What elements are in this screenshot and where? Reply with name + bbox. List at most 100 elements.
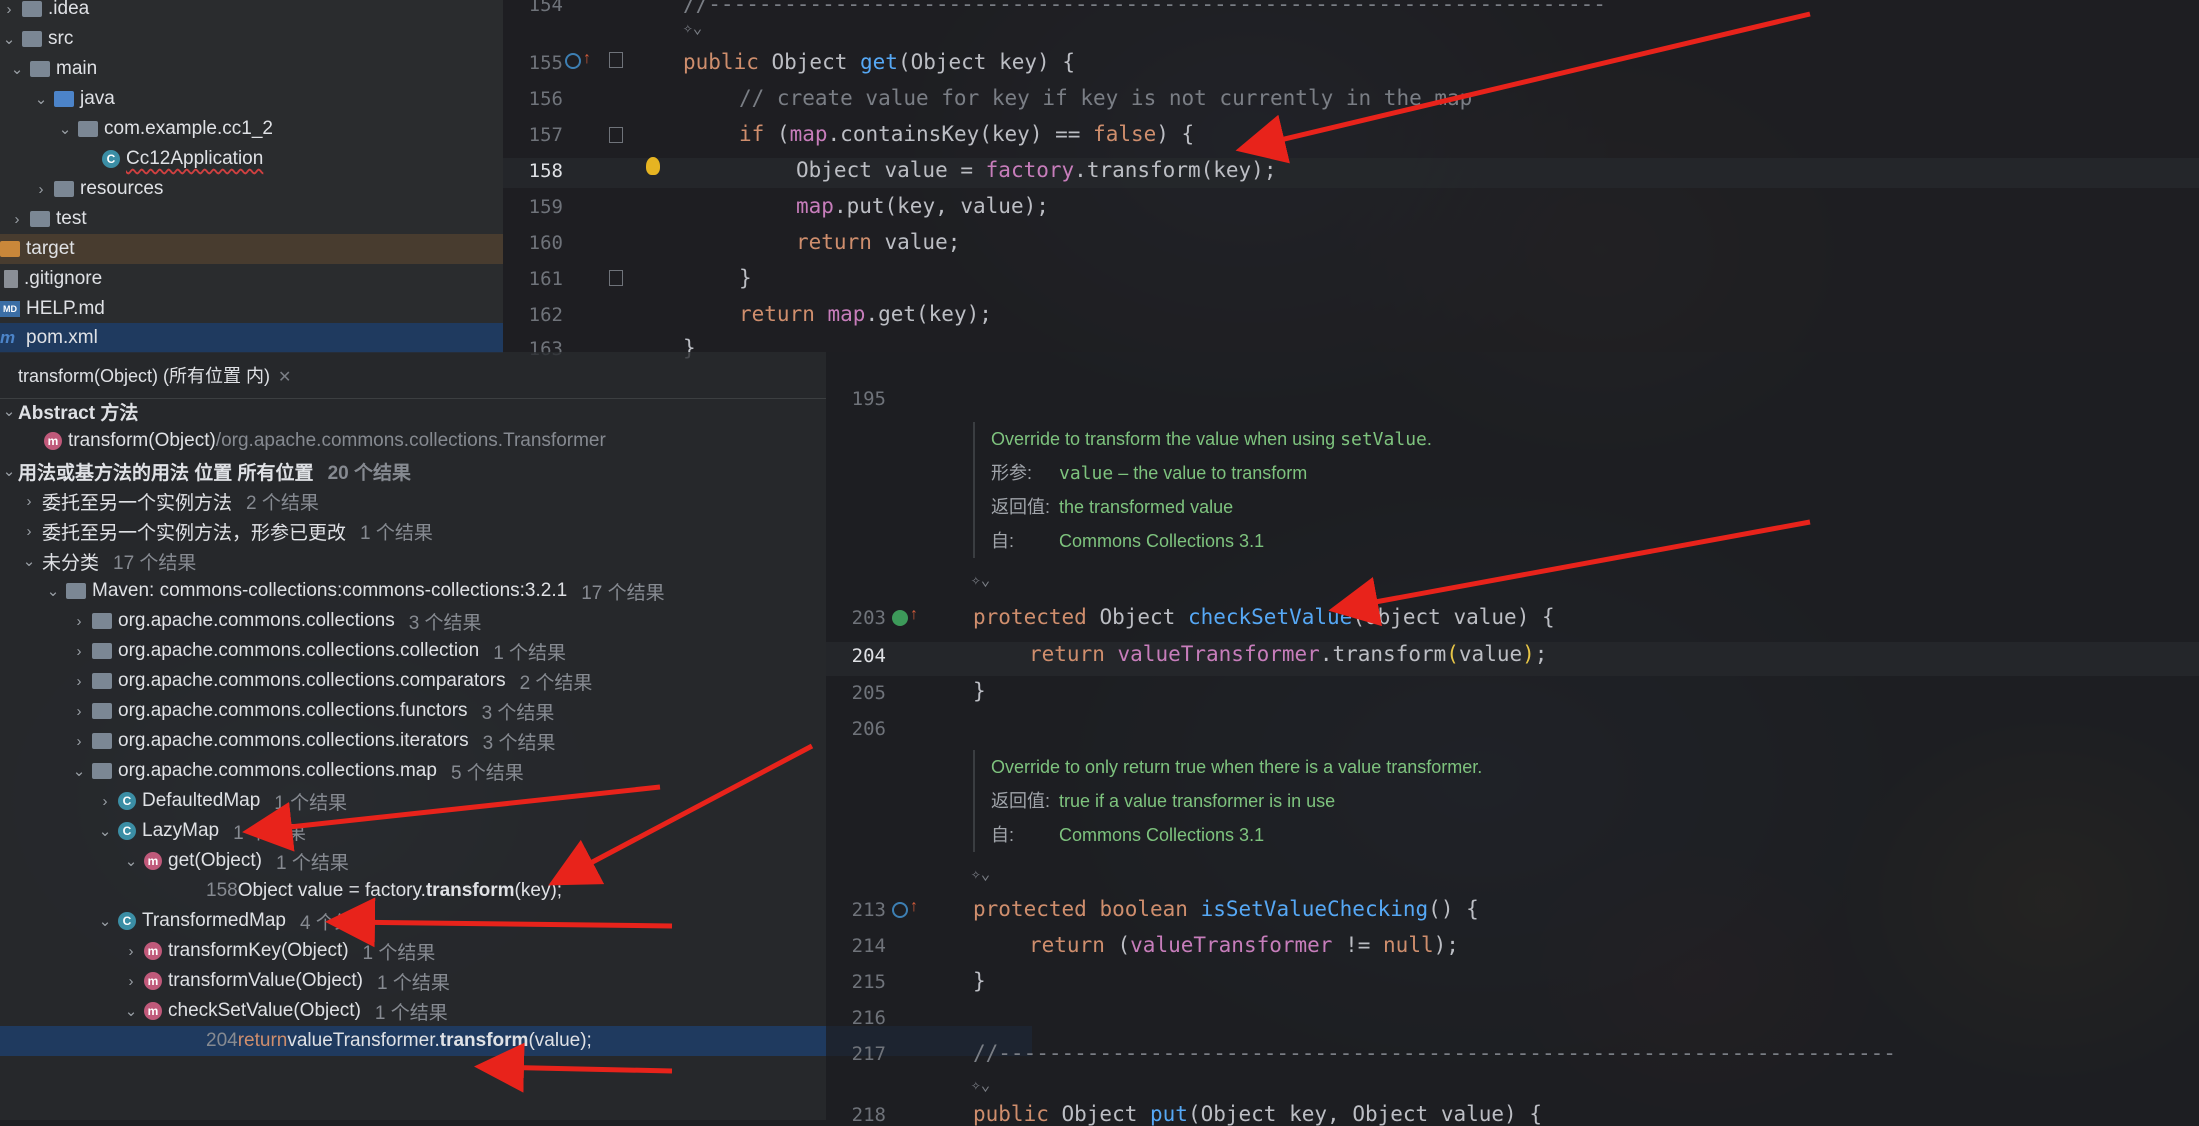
chevron-down-icon[interactable]: ⌄: [32, 90, 50, 108]
chevron-right-icon[interactable]: ›: [20, 523, 38, 540]
package-item[interactable]: › org.apache.commons.collections.comparat…: [0, 666, 896, 696]
implemented-marker-icon[interactable]: [892, 610, 908, 626]
abstract-transform-item[interactable]: m transform(Object) /org.apache.commons.c…: [0, 426, 866, 456]
fold-marker-icon[interactable]: [609, 127, 623, 143]
chevron-right-icon[interactable]: ›: [70, 703, 88, 720]
line-number: 157: [528, 124, 563, 146]
find-panel-header: transform(Object) (所有位置 内) ✕: [0, 352, 826, 399]
chevron-right-icon[interactable]: ›: [70, 673, 88, 690]
code-line-154: //--------------------------------------…: [683, 0, 1606, 16]
maven-icon: m: [0, 328, 16, 347]
package-icon: [92, 703, 112, 719]
line-number: 162: [528, 304, 563, 326]
tree-item-pom-xml[interactable]: m pom.xml: [0, 323, 503, 353]
chevron-right-icon[interactable]: ›: [70, 643, 88, 660]
chevron-right-icon[interactable]: ›: [32, 181, 50, 198]
code-line-214: return (valueTransformer != null);: [1029, 933, 1459, 957]
fold-marker-icon[interactable]: [609, 270, 623, 286]
package-item[interactable]: › org.apache.commons.collections.collecti…: [0, 636, 896, 666]
class-item-transformedmap[interactable]: ⌄ C TransformedMap 4 个结果: [0, 906, 922, 936]
bottom-code-editor[interactable]: 195 Override to transform the value when…: [826, 352, 2199, 1126]
abstract-methods-group[interactable]: ⌄ Abstract 方法: [0, 396, 826, 426]
doc-toggle-icon[interactable]: ✧⌄: [971, 570, 990, 589]
method-item-transformvalue[interactable]: › m transformValue(Object) 1 个结果: [0, 966, 948, 996]
chevron-right-icon[interactable]: ›: [70, 613, 88, 630]
chevron-down-icon[interactable]: ⌄: [96, 912, 114, 930]
tree-item-resources[interactable]: › resources: [0, 174, 535, 204]
package-item-map[interactable]: ⌄ org.apache.commons.collections.map 5 个结果: [0, 756, 896, 786]
chevron-down-icon[interactable]: ⌄: [0, 462, 18, 480]
tree-item-main[interactable]: ⌄ main: [0, 54, 511, 84]
package-icon: [92, 613, 112, 629]
top-code-editor[interactable]: 154 155 156 157 158 159 160 161 162 163 …: [503, 0, 2199, 360]
resources-folder-icon: [54, 181, 74, 197]
tree-item-src[interactable]: ⌄ src: [0, 24, 503, 54]
doc-toggle-icon[interactable]: ✧⌄: [971, 864, 990, 883]
chevron-down-icon[interactable]: ⌄: [8, 60, 26, 78]
line-number: 216: [851, 1007, 886, 1029]
chevron-down-icon[interactable]: ⌄: [96, 822, 114, 840]
chevron-down-icon[interactable]: ⌄: [0, 30, 18, 48]
class-item-defaultedmap[interactable]: › C DefaultedMap 1 个结果: [0, 786, 922, 816]
code-line-205: }: [973, 679, 986, 703]
doc-description: Override to only return true when there …: [991, 757, 1483, 777]
group-uncategorized[interactable]: ⌄ 未分类 17 个结果: [0, 546, 846, 576]
folder-blue-icon: [54, 91, 74, 107]
chevron-right-icon[interactable]: ›: [20, 493, 38, 510]
tree-item-gitignore[interactable]: .gitignore: [0, 264, 503, 294]
method-item-lazy-get[interactable]: ⌄ m get(Object) 1 个结果: [0, 846, 948, 876]
chevron-right-icon[interactable]: ›: [96, 793, 114, 810]
chevron-down-icon[interactable]: ⌄: [20, 552, 38, 570]
implements-arrow-icon[interactable]: ↑: [910, 606, 918, 624]
chevron-down-icon[interactable]: ⌄: [44, 582, 62, 600]
chevron-down-icon[interactable]: ⌄: [122, 1002, 140, 1020]
chevron-right-icon[interactable]: ›: [0, 1, 18, 18]
package-item[interactable]: › org.apache.commons.collections 3 个结果: [0, 606, 896, 636]
group-delegate[interactable]: › 委托至另一个实例方法 2 个结果: [0, 486, 846, 516]
usages-group[interactable]: ⌄ 用法或基方法的用法 位置 所有位置 20 个结果: [0, 456, 826, 486]
tree-item-target[interactable]: target: [0, 234, 503, 264]
tree-item-package[interactable]: ⌄ com.example.cc1_2: [0, 114, 559, 144]
tree-item-test[interactable]: › test: [0, 204, 511, 234]
doc-since: 自: Commons Collections 3.1: [991, 531, 1265, 551]
method-item-checksetvalue[interactable]: ⌄ m checkSetValue(Object) 1 个结果: [0, 996, 948, 1026]
chevron-down-icon[interactable]: ⌄: [0, 402, 18, 420]
line-number: 154: [528, 0, 563, 16]
doc-toggle-icon[interactable]: ✧⌄: [971, 1075, 990, 1094]
line-number: 161: [528, 268, 563, 290]
chevron-right-icon[interactable]: ›: [122, 973, 140, 990]
override-marker-icon[interactable]: [565, 53, 581, 69]
tree-item-help-md[interactable]: MD HELP.md: [0, 294, 503, 324]
override-marker-icon[interactable]: [892, 902, 908, 918]
maven-library-item[interactable]: ⌄ Maven: commons-collections:commons-coll…: [0, 576, 870, 606]
project-tree-panel: › .idea ⌄ src ⌄ main ⌄ java ⌄ com.example.cc1…: [0, 0, 503, 353]
chevron-down-icon[interactable]: ⌄: [122, 852, 140, 870]
doc-return: 返回值: the transformed value: [991, 497, 1234, 517]
tree-item-java[interactable]: ⌄ java: [0, 84, 535, 114]
code-line-217: //--------------------------------------…: [973, 1041, 1896, 1065]
package-item[interactable]: › org.apache.commons.collections.functors…: [0, 696, 896, 726]
fold-marker-icon[interactable]: [609, 52, 623, 68]
library-icon: [66, 583, 86, 599]
close-icon[interactable]: ✕: [278, 369, 291, 386]
method-item-transformkey[interactable]: › m transformKey(Object) 1 个结果: [0, 936, 948, 966]
package-item[interactable]: › org.apache.commons.collections.iterator…: [0, 726, 896, 756]
line-number: 218: [851, 1104, 886, 1126]
implements-arrow-icon[interactable]: ↑: [910, 898, 918, 916]
package-icon: [78, 121, 98, 137]
line-number: 156: [528, 88, 563, 110]
chevron-right-icon[interactable]: ›: [8, 211, 26, 228]
implements-arrow-icon[interactable]: ↑: [583, 50, 591, 68]
tab-find-transform[interactable]: transform(Object) (所有位置 内) ✕: [0, 362, 291, 388]
tree-item-idea[interactable]: › .idea: [0, 0, 503, 24]
chevron-down-icon[interactable]: ⌄: [70, 762, 88, 780]
doc-toggle-icon[interactable]: ✧⌄: [683, 18, 702, 37]
lightbulb-icon[interactable]: [646, 157, 660, 175]
class-item-lazymap[interactable]: ⌄ C LazyMap 1 个结果: [0, 816, 922, 846]
folder-icon: [22, 1, 42, 17]
chevron-right-icon[interactable]: ›: [70, 733, 88, 750]
chevron-right-icon[interactable]: ›: [122, 943, 140, 960]
line-number: 203: [851, 607, 886, 629]
chevron-down-icon[interactable]: ⌄: [56, 120, 74, 138]
group-delegate-changed[interactable]: › 委托至另一个实例方法，形参已更改 1 个结果: [0, 516, 846, 546]
